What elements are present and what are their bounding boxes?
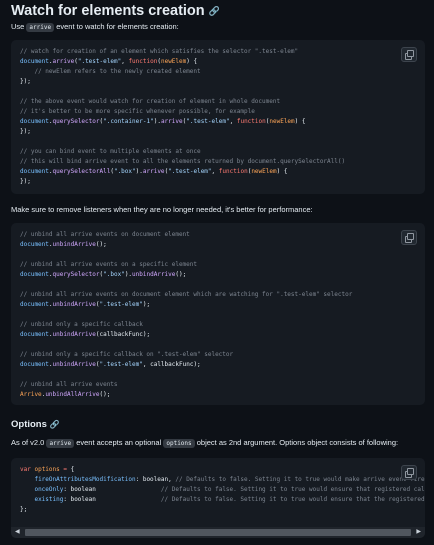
heading-text: Options [11,419,47,430]
inline-code-options: options [163,439,195,448]
section-heading-options: Options 🔗 [11,419,60,430]
inline-code-arrive: arrive [46,439,75,448]
code-line: document.querySelector(".container-1").a… [20,118,306,125]
code-line: // unbind all arrive events [20,381,118,388]
code-line: existing: boolean // Defaults to false. … [34,496,425,503]
code-block-options: var options = { fireOnAttributesModifica… [11,458,425,538]
intro-paragraph: Use arrive event to watch for elements c… [11,22,179,32]
code-line: var options = { [20,466,75,473]
code-line: // unbind only a specific callback on ".… [20,351,234,358]
horizontal-scrollbar[interactable]: ◀ ▶ [11,527,425,538]
scroll-right-icon[interactable]: ▶ [416,529,421,536]
code-line: document.querySelector(".box").unbindArr… [20,271,187,278]
code-line: Arrive.unbindAllArrive(); [20,391,111,398]
code-line: }); [20,178,31,185]
code-line: // this will bind arrive event to all th… [20,158,346,165]
performance-note: Make sure to remove listeners when they … [11,205,313,214]
inline-code-arrive: arrive [26,23,55,32]
code-line: // the above event would watch for creat… [20,98,281,105]
code-line: // you can bind event to multiple elemen… [20,148,201,155]
code-line: document.unbindArrive(".test-elem"); [20,301,151,308]
options-text-3: object as 2nd argument. Options object c… [194,438,399,447]
code-line: // unbind all arrive events on a specifi… [20,261,198,268]
code-line: document.unbindArrive(); [20,241,107,248]
options-text-2: event accepts an optional [74,438,164,447]
code-content: var options = { fireOnAttributesModifica… [20,465,425,515]
code-line: document.unbindArrive(callbackFunc); [20,331,151,338]
scrollbar-thumb[interactable] [25,529,411,536]
code-line: onceOnly: boolean // Defaults to false. … [34,486,425,493]
anchor-link-icon[interactable]: 🔗 [50,420,60,429]
code-line: // newElem refers to the newly created e… [34,68,201,75]
code-line: // watch for creation of an element whic… [20,48,299,55]
code-block-arrive-examples: // watch for creation of an element whic… [11,40,425,194]
code-line: document.unbindArrive(".test-elem", call… [20,361,201,368]
anchor-link-icon[interactable]: 🔗 [209,6,220,16]
copy-button[interactable] [401,230,417,245]
code-line: }); [20,78,31,85]
code-line: // it's better to be more specific whene… [20,108,255,115]
scroll-left-icon[interactable]: ◀ [15,529,20,536]
copy-button[interactable] [401,465,417,480]
code-line: document.querySelectorAll(".box").arrive… [20,168,288,175]
options-intro-paragraph: As of v2.0 arrive event accepts an optio… [11,438,399,448]
code-line: fireOnAttributesModification: boolean, /… [34,476,425,483]
heading-text: Watch for elements creation [11,3,205,19]
code-block-unbind-examples: // unbind all arrive events on document … [11,223,425,405]
code-line: // unbind all arrive events on document … [20,231,190,238]
options-text-1: As of v2.0 [11,438,47,447]
code-content: // unbind all arrive events on document … [20,230,352,400]
code-line: }); [20,128,31,135]
intro-text-2: event to watch for elements creation: [54,22,179,31]
code-content: // watch for creation of an element whic… [20,47,345,187]
copy-button[interactable] [401,47,417,62]
code-line: document.arrive(".test-elem", function(n… [20,58,198,65]
section-heading-watch: Watch for elements creation 🔗 [11,3,220,19]
code-line: // unbind only a specific callback [20,321,143,328]
code-line: // unbind all arrive events on document … [20,291,353,298]
code-line: }; [20,506,28,513]
intro-text-1: Use [11,22,27,31]
